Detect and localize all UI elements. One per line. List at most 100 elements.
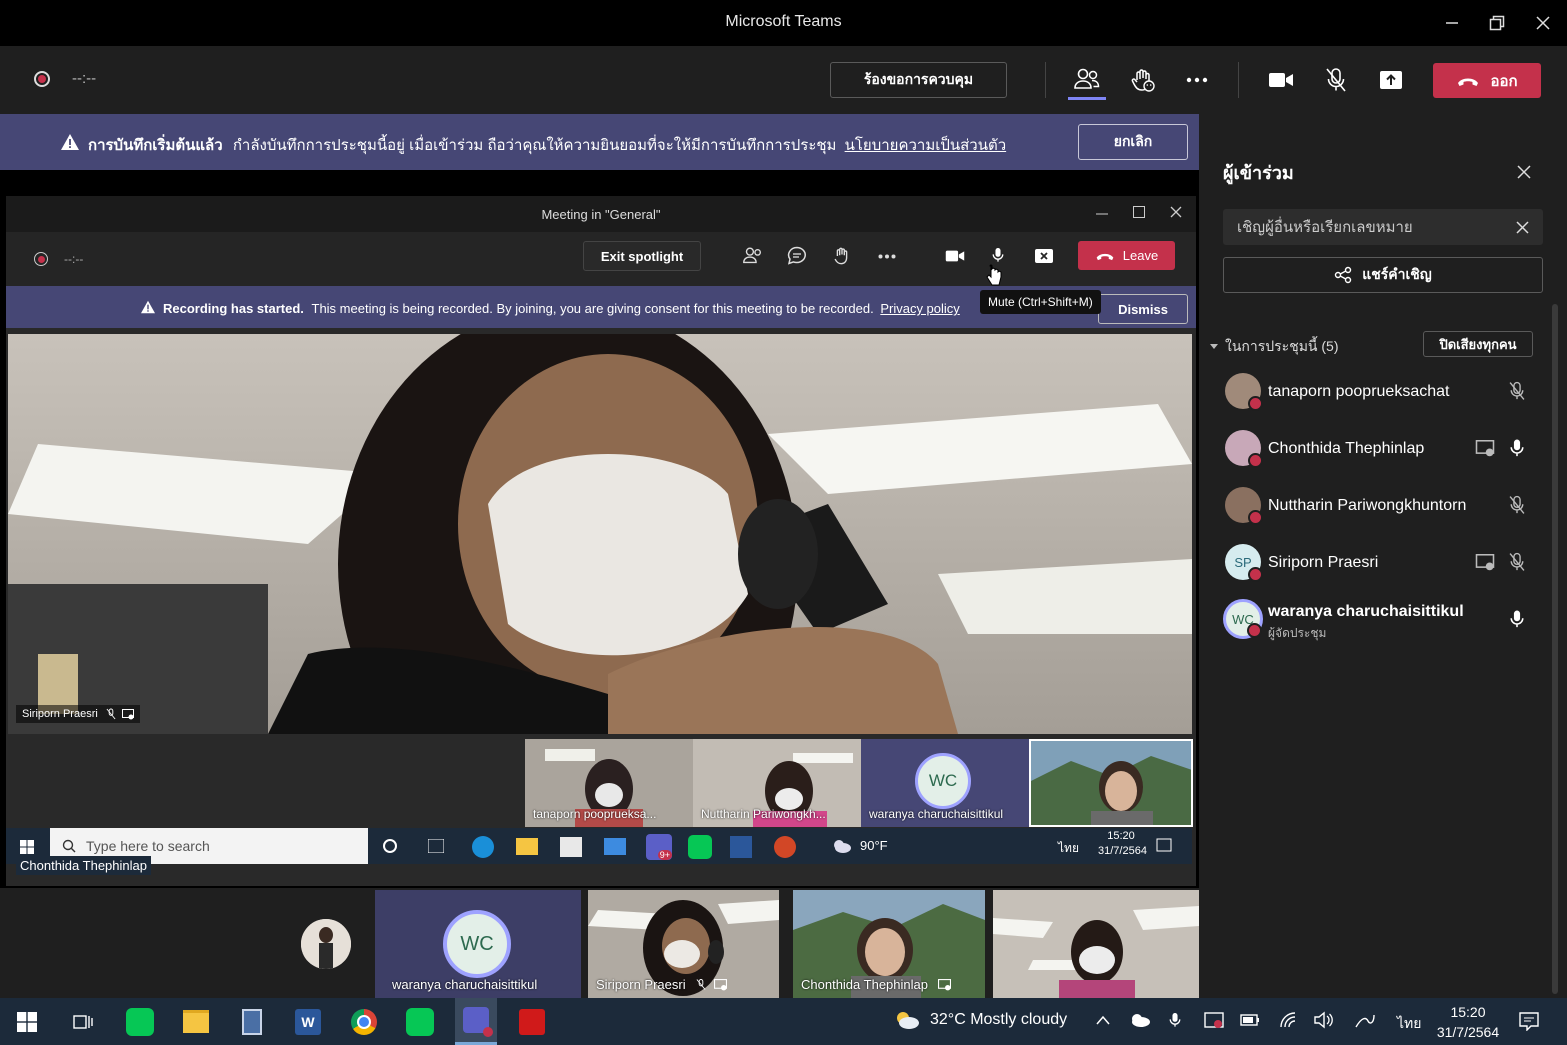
volume-icon[interactable] [1313,1011,1333,1029]
powerpoint-icon[interactable] [774,836,796,858]
mic-icon[interactable] [1168,1010,1182,1030]
avatar-initials: SP [1234,554,1252,570]
clear-input-icon[interactable] [1516,220,1529,234]
weather-widget[interactable]: 32°C Mostly cloudy [894,1010,1067,1030]
chrome-icon [351,1008,377,1035]
banner-text: กำลังบันทึกการประชุมนี้อยู่ เมื่อเข้าร่ว… [232,137,837,154]
inner-minimize-icon [1096,213,1108,215]
close-panel-icon[interactable] [1517,165,1531,179]
word-icon[interactable] [730,836,752,858]
participant-row[interactable]: SP Siriporn Praesri [1221,538,1541,586]
start-button[interactable] [6,998,48,1045]
weather-text: 32°C Mostly cloudy [930,1011,1068,1028]
inner-more-icon [878,254,896,259]
acrobat-button[interactable] [511,998,553,1045]
teams-taskbar-icon[interactable]: 9+ [646,834,672,860]
inner-stop-share-icon [1035,249,1053,263]
spotlight-name: Siriporn Praesri [22,708,98,720]
thumbnail-name: tanaporn pooprueksa... [533,807,657,821]
minimize-button[interactable] [1429,0,1475,46]
participant-row[interactable]: Nuttharin Pariwongkhuntorn [1221,481,1541,529]
invite-input[interactable]: เชิญผู้อื่นหรือเรียกเลขหมาย [1223,209,1543,245]
exit-spotlight-button[interactable]: Exit spotlight [583,241,701,271]
thumbnail-video[interactable]: WC waranya charuchaisittikul [861,739,1029,827]
inner-leave-button[interactable]: Leave [1078,241,1175,270]
privacy-link[interactable]: นโยบายความเป็นส่วนตัว [845,137,1007,154]
screen-share-icon [937,978,951,990]
taskbar-time: 15:20 [1450,1004,1486,1020]
line-app-button[interactable] [399,998,441,1045]
speaker-video-image [8,334,1192,734]
inner-privacy-link[interactable]: Privacy policy [880,301,959,316]
chevron-up-icon[interactable] [1096,1015,1110,1025]
share-invite-button[interactable]: แชร์คำเชิญ [1223,257,1543,293]
panel-scrollbar[interactable] [1552,304,1558,994]
avatar [1225,487,1263,525]
file-explorer-button[interactable] [175,998,217,1045]
self-avatar[interactable] [301,919,351,969]
camera-button[interactable] [1262,60,1300,100]
store-icon[interactable] [560,837,582,857]
line-app-button[interactable] [119,998,161,1045]
leave-label: ออก [1490,72,1518,90]
close-button[interactable] [1520,0,1566,46]
word-button[interactable]: W [287,998,329,1045]
share-screen-button[interactable] [1372,60,1410,100]
mic-off-icon [696,979,706,990]
hang-up-icon [1458,78,1479,86]
participants-button[interactable] [1068,60,1106,100]
participant-row[interactable]: tanaporn pooprueksachat [1221,367,1541,415]
task-view-button[interactable] [62,998,104,1045]
calculator-button[interactable] [231,998,273,1045]
wifi-icon[interactable] [1279,1011,1299,1029]
thumbnail-video[interactable]: Nuttharin Pariwongkh... [693,739,861,827]
inner-people-icon [743,247,761,264]
more-options-button[interactable] [1180,60,1214,100]
gallery-tile[interactable]: Siriporn Praesri [588,890,779,998]
calculator-icon [242,1008,262,1035]
leave-button[interactable]: ออก [1433,63,1541,98]
taskbar-clock[interactable]: 15:20 31/7/2564 [1432,1004,1504,1040]
participant-row[interactable]: WC waranya charuchaisittikul ผู้จัดประชุ… [1221,595,1541,643]
participant-name: tanaporn pooprueksachat [1268,383,1450,400]
mail-icon[interactable] [604,838,626,855]
inner-window-title: Meeting in "General" [541,207,661,222]
restore-button[interactable] [1474,0,1520,46]
mute-all-button[interactable]: ปิดเสียงทุกคน [1423,331,1533,357]
request-control-button[interactable]: ร้องขอการควบคุม [830,62,1007,98]
gallery-tile[interactable] [993,890,1199,998]
action-center-icon[interactable] [1519,1011,1539,1031]
pen-icon[interactable] [1354,1011,1376,1029]
invite-placeholder: เชิญผู้อื่นหรือเรียกเลขหมาย [1237,219,1413,236]
reactions-button[interactable] [1124,60,1162,100]
windows-start-icon [20,840,34,854]
participant-row[interactable]: Chonthida Thephinlap [1221,424,1541,472]
shared-meeting-window: Meeting in "General" --:-- Exit spotligh… [6,196,1196,886]
gallery-tile[interactable]: Chonthida Thephinlap [793,890,985,998]
line-icon[interactable] [688,835,712,859]
inner-mic-icon [992,248,1004,262]
gallery-tile[interactable]: WC waranya charuchaisittikul [375,890,581,998]
search-icon [62,839,76,853]
thumbnail-image [1031,741,1191,825]
in-meeting-section-header[interactable]: ในการประชุมนี้ (5) [1209,336,1339,358]
screen-capture-icon[interactable] [1204,1012,1224,1030]
microphone-button[interactable] [1317,60,1355,100]
gallery-tile-image [993,890,1199,998]
file-explorer-icon[interactable] [516,838,538,855]
dismiss-button[interactable]: ยกเลิก [1078,124,1188,160]
language-indicator[interactable]: ไทย [1397,1013,1421,1035]
cortana-icon[interactable] [383,839,397,853]
edge-icon[interactable] [472,836,494,858]
folder-icon [183,1010,209,1033]
thumbnail-video[interactable]: tanaporn pooprueksa... [525,739,693,827]
chrome-button[interactable] [343,998,385,1045]
thumbnail-video-self[interactable] [1029,739,1193,827]
inner-banner-title: Recording has started. [163,301,304,316]
inner-weather-text: 90°F [860,838,888,853]
teams-button[interactable] [455,998,497,1045]
inner-dismiss-button[interactable]: Dismiss [1098,294,1188,324]
mute-tooltip: Mute (Ctrl+Shift+M) [980,290,1101,314]
battery-icon[interactable] [1240,1013,1260,1027]
onedrive-icon[interactable] [1129,1013,1151,1027]
